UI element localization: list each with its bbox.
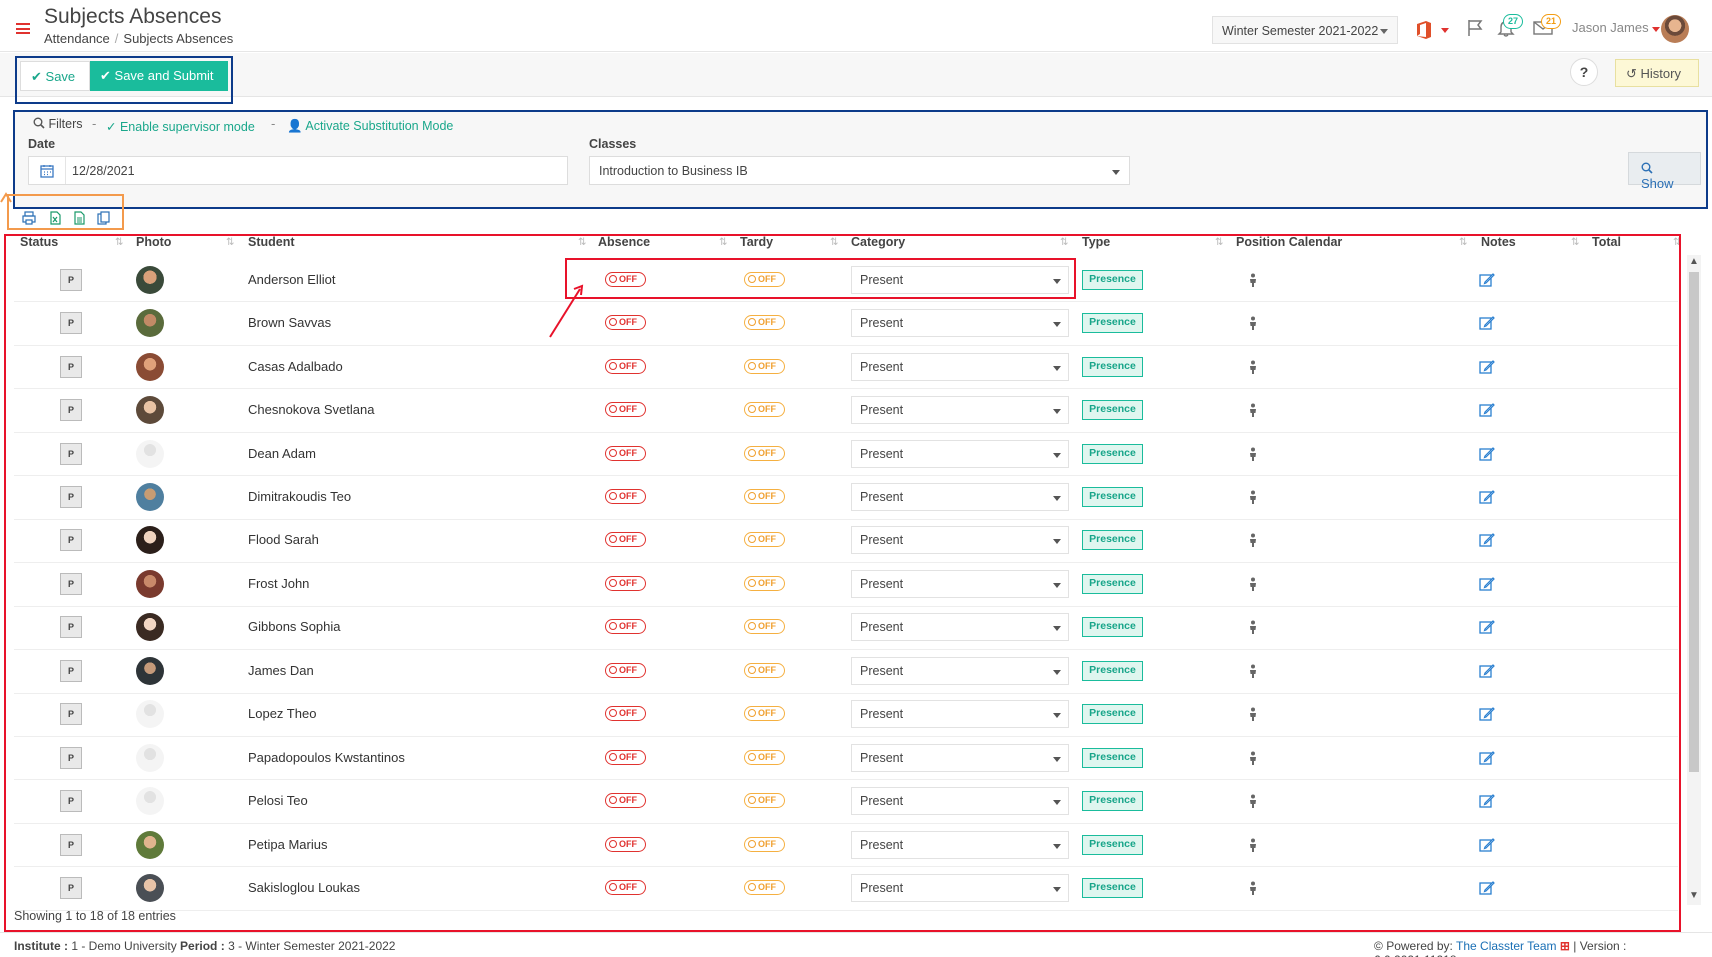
annotation-save-buttons <box>15 56 233 104</box>
messages-badge: 21 <box>1541 14 1562 29</box>
annotation-arrow-icon <box>549 284 584 338</box>
annotation-filters <box>13 110 1708 209</box>
scroll-down-icon[interactable]: ▼ <box>1689 890 1699 901</box>
institute-value: 1 - Demo University <box>71 939 177 953</box>
institute-label: Institute : <box>14 939 68 953</box>
powered-by-label: Powered by: <box>1386 939 1453 953</box>
scrollbar-thumb[interactable] <box>1689 272 1699 772</box>
semester-value: Winter Semester 2021-2022 <box>1222 24 1379 38</box>
user-avatar[interactable] <box>1661 15 1689 43</box>
history-label: History <box>1640 66 1681 81</box>
history-button[interactable]: ↺ History <box>1615 59 1699 87</box>
office-icon[interactable] <box>1416 20 1432 40</box>
user-menu-caret-icon[interactable] <box>1652 27 1660 32</box>
copyright-icon: © <box>1374 939 1383 953</box>
office-caret-icon[interactable] <box>1441 28 1449 33</box>
breadcrumb-attendance[interactable]: Attendance <box>44 31 110 46</box>
toolbar <box>0 53 1712 97</box>
breadcrumb: Attendance / Subjects Absences <box>44 31 234 46</box>
footer-info: Institute : 1 - Demo University Period :… <box>14 939 395 953</box>
menu-icon[interactable] <box>16 23 30 34</box>
period-label: Period : <box>180 939 225 953</box>
period-value: 3 - Winter Semester 2021-2022 <box>228 939 396 953</box>
page-title: Subjects Absences <box>44 5 222 28</box>
breadcrumb-subjects-absences: Subjects Absences <box>123 31 234 46</box>
annotation-orange-arrow-icon <box>0 192 12 203</box>
annotation-export-icons <box>7 194 124 230</box>
notifications-badge: 27 <box>1503 14 1524 29</box>
classter-team-link[interactable]: The Classter Team <box>1456 939 1556 953</box>
history-icon: ↺ <box>1626 66 1637 81</box>
footer-credits: © Powered by: The Classter Team ⊞ | Vers… <box>1374 939 1712 957</box>
classter-logo-icon: ⊞ <box>1559 939 1570 953</box>
top-header <box>0 0 1712 52</box>
help-button[interactable]: ? <box>1570 58 1598 86</box>
scroll-up-icon[interactable]: ▲ <box>1689 256 1699 267</box>
chevron-down-icon <box>1380 29 1388 34</box>
annotation-first-row <box>565 258 1076 299</box>
semester-select[interactable]: Winter Semester 2021-2022 <box>1212 16 1398 44</box>
flag-icon[interactable] <box>1465 18 1485 38</box>
annotation-table <box>4 234 1681 932</box>
user-name[interactable]: Jason James <box>1572 20 1649 35</box>
